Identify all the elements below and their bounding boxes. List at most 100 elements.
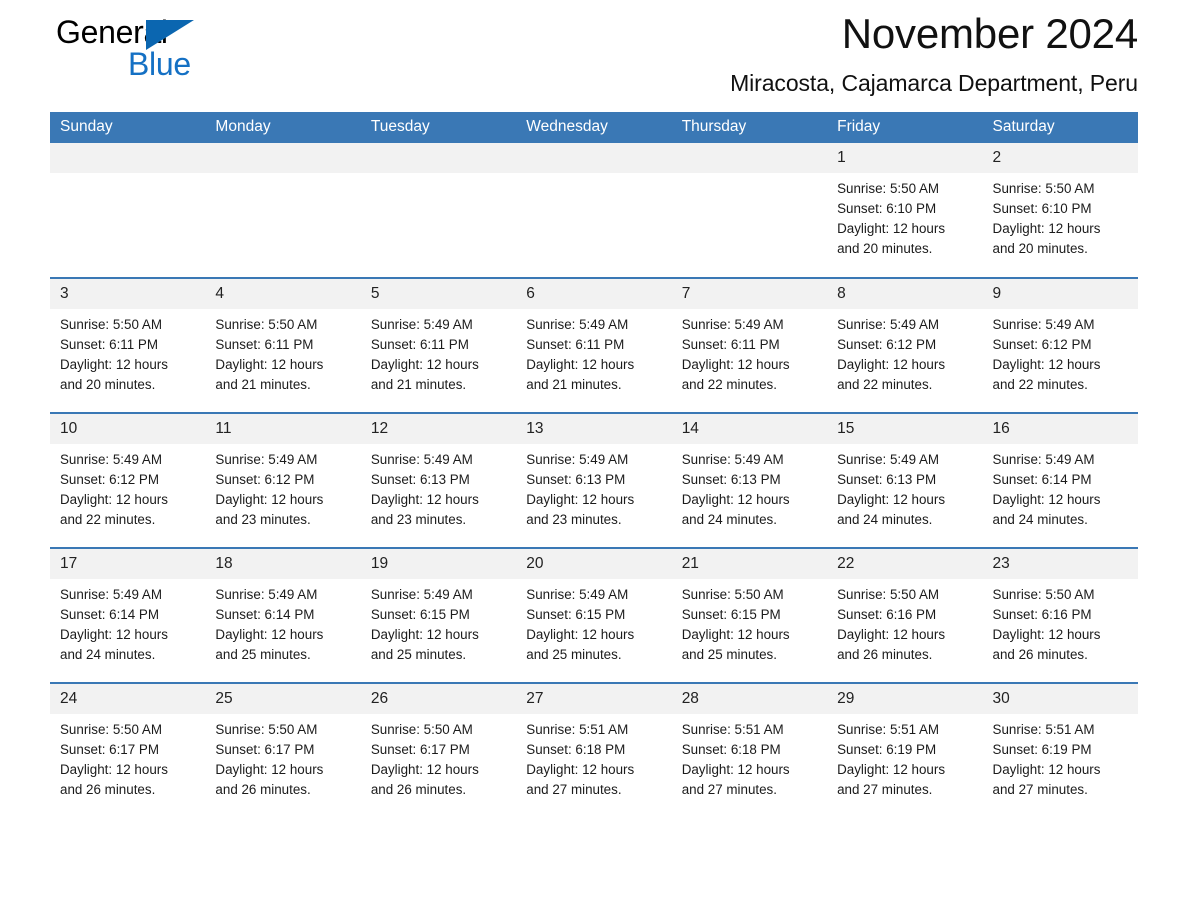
day-cell-4[interactable]: 4 Sunrise: 5:50 AM Sunset: 6:11 PM Daylight… (205, 277, 361, 413)
sunset-text: Sunset: 6:11 PM (215, 337, 314, 352)
sunrise-text: Sunrise: 5:49 AM (681, 317, 784, 332)
daylight-text-line1: Daylight: 12 hours (992, 762, 1101, 777)
day-number: 24 (50, 684, 206, 714)
day-cell-12[interactable]: 12 Sunrise: 5:49 AM Sunset: 6:13 PM Dayligh… (360, 412, 517, 548)
sunrise-text: Sunrise: 5:50 AM (60, 722, 162, 737)
day-cell-22[interactable]: 22 Sunrise: 5:50 AM Sunset: 6:16 PM Dayligh… (827, 547, 983, 683)
calendar-page: General Blue November 2024 Miracosta, Ca… (0, 0, 1188, 918)
daylight-text-line2: and 23 minutes. (215, 512, 311, 527)
sunrise-text: Sunrise: 5:49 AM (681, 452, 784, 467)
daylight-text-line2: and 20 minutes. (837, 241, 933, 256)
day-cell-empty (671, 143, 828, 278)
calendar-week-row: 1 Sunrise: 5:50 AM Sunset: 6:10 PM Daylight… (50, 143, 1138, 278)
day-cell-11[interactable]: 11 Sunrise: 5:49 AM Sunset: 6:12 PM Dayligh… (205, 412, 361, 548)
day-cell-7[interactable]: 7 Sunrise: 5:49 AM Sunset: 6:11 PM Daylight… (671, 277, 828, 413)
day-details: Sunrise: 5:51 AM Sunset: 6:19 PM Daylight:… (983, 714, 1138, 800)
day-number: 14 (671, 414, 828, 444)
day-cell-29[interactable]: 29 Sunrise: 5:51 AM Sunset: 6:19 PM Dayligh… (827, 682, 983, 818)
location-subtitle: Miracosta, Cajamarca Department, Peru (730, 70, 1138, 96)
day-details: Sunrise: 5:50 AM Sunset: 6:10 PM Daylight:… (827, 173, 982, 259)
day-details: Sunrise: 5:51 AM Sunset: 6:19 PM Daylight:… (827, 714, 982, 800)
day-cell-9[interactable]: 9 Sunrise: 5:49 AM Sunset: 6:12 PM Daylight… (982, 277, 1138, 413)
day-details: Sunrise: 5:50 AM Sunset: 6:16 PM Daylight:… (827, 579, 982, 665)
day-cell-24[interactable]: 24 Sunrise: 5:50 AM Sunset: 6:17 PM Dayligh… (50, 682, 206, 818)
day-cell-2[interactable]: 2 Sunrise: 5:50 AM Sunset: 6:10 PM Daylight… (982, 143, 1138, 278)
sunrise-text: Sunrise: 5:49 AM (526, 452, 629, 467)
day-details: Sunrise: 5:49 AM Sunset: 6:14 PM Daylight:… (983, 444, 1138, 530)
day-cell-15[interactable]: 15 Sunrise: 5:49 AM Sunset: 6:13 PM Dayligh… (827, 412, 983, 548)
daylight-text-line2: and 22 minutes. (681, 377, 777, 392)
day-cell-14[interactable]: 14 Sunrise: 5:49 AM Sunset: 6:13 PM Dayligh… (671, 412, 828, 548)
day-cell-25[interactable]: 25 Sunrise: 5:50 AM Sunset: 6:17 PM Dayligh… (205, 682, 361, 818)
day-cell-27[interactable]: 27 Sunrise: 5:51 AM Sunset: 6:18 PM Dayligh… (516, 682, 672, 818)
day-details: Sunrise: 5:50 AM Sunset: 6:17 PM Daylight:… (205, 714, 360, 800)
daylight-text-line1: Daylight: 12 hours (370, 492, 479, 507)
sunrise-text: Sunrise: 5:50 AM (837, 587, 940, 602)
daylight-text-line2: and 24 minutes. (681, 512, 777, 527)
day-cell-1[interactable]: 1 Sunrise: 5:50 AM Sunset: 6:10 PM Daylight… (827, 143, 983, 278)
day-cell-19[interactable]: 19 Sunrise: 5:49 AM Sunset: 6:15 PM Dayligh… (360, 547, 517, 683)
sunrise-text: Sunrise: 5:49 AM (370, 452, 473, 467)
sunset-text: Sunset: 6:19 PM (837, 742, 937, 757)
sunset-text: Sunset: 6:18 PM (681, 742, 781, 757)
sunset-text: Sunset: 6:13 PM (837, 472, 937, 487)
daylight-text-line2: and 25 minutes. (681, 647, 777, 662)
sunset-text: Sunset: 6:14 PM (215, 607, 315, 622)
sunrise-text: Sunrise: 5:49 AM (370, 317, 473, 332)
daylight-text-line1: Daylight: 12 hours (837, 221, 946, 236)
sunrise-text: Sunrise: 5:50 AM (60, 317, 162, 332)
daylight-text-line2: and 27 minutes. (681, 782, 777, 797)
sunrise-text: Sunrise: 5:49 AM (992, 452, 1095, 467)
sunrise-text: Sunrise: 5:50 AM (215, 317, 318, 332)
day-cell-16[interactable]: 16 Sunrise: 5:49 AM Sunset: 6:14 PM Dayligh… (982, 412, 1138, 548)
sunset-text: Sunset: 6:14 PM (992, 472, 1092, 487)
day-cell-3[interactable]: 3 Sunrise: 5:50 AM Sunset: 6:11 PM Daylight… (50, 277, 206, 413)
day-cell-26[interactable]: 26 Sunrise: 5:50 AM Sunset: 6:17 PM Dayligh… (360, 682, 517, 818)
daylight-text-line1: Daylight: 12 hours (215, 627, 324, 642)
daylight-text-line2: and 24 minutes. (60, 647, 156, 662)
daylight-text-line2: and 26 minutes. (837, 647, 933, 662)
daylight-text-line1: Daylight: 12 hours (526, 762, 635, 777)
weekday-header-thursday: Thursday (671, 112, 828, 143)
daylight-text-line2: and 25 minutes. (526, 647, 622, 662)
sunrise-text: Sunrise: 5:51 AM (526, 722, 629, 737)
general-blue-logo[interactable]: General Blue (50, 13, 200, 82)
day-cell-8[interactable]: 8 Sunrise: 5:49 AM Sunset: 6:12 PM Daylight… (827, 277, 983, 413)
day-cell-17[interactable]: 17 Sunrise: 5:49 AM Sunset: 6:14 PM Dayligh… (50, 547, 206, 683)
weekday-header-friday: Friday (827, 112, 983, 143)
title-block: November 2024 Miracosta, Cajamarca Depar… (730, 0, 1138, 100)
day-details: Sunrise: 5:49 AM Sunset: 6:12 PM Daylight:… (983, 309, 1138, 395)
day-cell-23[interactable]: 23 Sunrise: 5:50 AM Sunset: 6:16 PM Dayligh… (982, 547, 1138, 683)
calendar-week-row: 3 Sunrise: 5:50 AM Sunset: 6:11 PM Daylight… (50, 277, 1138, 413)
day-details: Sunrise: 5:51 AM Sunset: 6:18 PM Daylight:… (516, 714, 671, 800)
day-cell-28[interactable]: 28 Sunrise: 5:51 AM Sunset: 6:18 PM Dayligh… (671, 682, 828, 818)
day-cell-10[interactable]: 10 Sunrise: 5:49 AM Sunset: 6:12 PM Dayligh… (50, 412, 206, 548)
daylight-text-line2: and 27 minutes. (526, 782, 622, 797)
calendar-header-row: Sunday Monday Tuesday Wednesday Thursday Frid… (50, 112, 1138, 143)
day-details: Sunrise: 5:51 AM Sunset: 6:18 PM Daylight:… (672, 714, 827, 800)
day-cell-21[interactable]: 21 Sunrise: 5:50 AM Sunset: 6:15 PM Dayligh… (671, 547, 828, 683)
sunset-text: Sunset: 6:17 PM (370, 742, 470, 757)
weekday-header-tuesday: Tuesday (360, 112, 517, 143)
sunrise-text: Sunrise: 5:51 AM (837, 722, 940, 737)
daylight-text-line2: and 24 minutes. (992, 512, 1088, 527)
sunset-text: Sunset: 6:17 PM (215, 742, 315, 757)
day-details: Sunrise: 5:50 AM Sunset: 6:17 PM Daylight:… (50, 714, 205, 800)
sunset-text: Sunset: 6:15 PM (681, 607, 781, 622)
day-cell-6[interactable]: 6 Sunrise: 5:49 AM Sunset: 6:11 PM Daylight… (516, 277, 672, 413)
sunrise-text: Sunrise: 5:50 AM (992, 181, 1095, 196)
day-number: 2 (982, 143, 1138, 173)
daylight-text-line1: Daylight: 12 hours (60, 357, 168, 372)
sunset-text: Sunset: 6:12 PM (837, 337, 937, 352)
day-cell-18[interactable]: 18 Sunrise: 5:49 AM Sunset: 6:14 PM Dayligh… (205, 547, 361, 683)
daylight-text-line1: Daylight: 12 hours (60, 627, 168, 642)
sunrise-text: Sunrise: 5:51 AM (681, 722, 784, 737)
day-details: Sunrise: 5:50 AM Sunset: 6:17 PM Daylight:… (361, 714, 516, 800)
day-cell-13[interactable]: 13 Sunrise: 5:49 AM Sunset: 6:13 PM Dayligh… (516, 412, 672, 548)
day-number: 10 (50, 414, 206, 444)
day-cell-5[interactable]: 5 Sunrise: 5:49 AM Sunset: 6:11 PM Daylight… (360, 277, 517, 413)
sunset-text: Sunset: 6:11 PM (526, 337, 625, 352)
day-cell-30[interactable]: 30 Sunrise: 5:51 AM Sunset: 6:19 PM Dayligh… (982, 682, 1138, 818)
daylight-text-line1: Daylight: 12 hours (370, 627, 479, 642)
day-cell-20[interactable]: 20 Sunrise: 5:49 AM Sunset: 6:15 PM Dayligh… (516, 547, 672, 683)
